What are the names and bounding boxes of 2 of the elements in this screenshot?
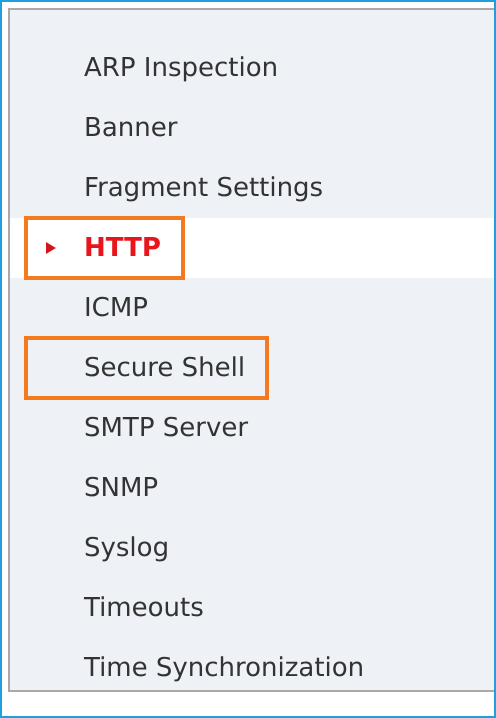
menu-item[interactable]: Secure Shell [24, 336, 270, 400]
menu-item[interactable]: HTTP [24, 216, 185, 280]
